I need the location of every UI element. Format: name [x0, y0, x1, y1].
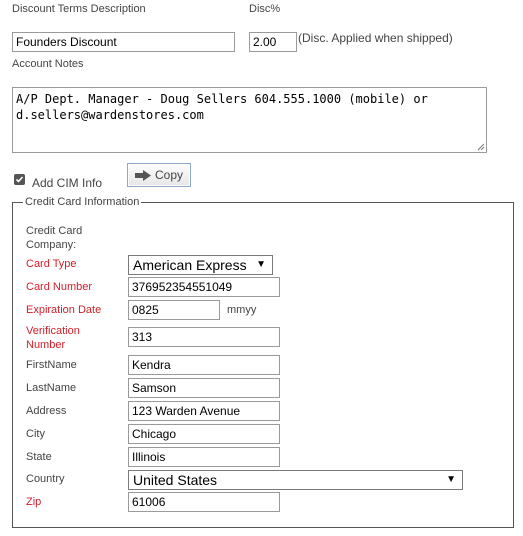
city-input[interactable]: Chicago	[128, 424, 280, 444]
card-type-select[interactable]: American Express ▼	[128, 255, 273, 275]
expiration-date-label: Expiration Date	[26, 304, 102, 316]
discount-terms-label: Discount Terms Description	[12, 3, 146, 15]
zip-input[interactable]: 61006	[128, 492, 280, 512]
chevron-down-icon: ▼	[256, 259, 266, 270]
credit-card-legend: Credit Card Information	[25, 196, 140, 208]
account-notes-textarea[interactable]: A/P Dept. Manager - Doug Sellers 604.555…	[12, 87, 487, 153]
verification-number-input[interactable]: 313	[128, 327, 280, 347]
country-select[interactable]: United States ▼	[128, 470, 463, 490]
state-label: State	[26, 451, 52, 463]
city-label: City	[26, 428, 45, 440]
card-company-label: Credit Card Company:	[26, 224, 82, 252]
right-arrow-icon	[135, 170, 151, 181]
country-selected: United States	[133, 472, 218, 488]
copy-button-label: Copy	[155, 168, 184, 182]
copy-button[interactable]: Copy	[127, 163, 191, 187]
card-company-label-line1: Credit Card	[26, 225, 83, 237]
address-label: Address	[26, 405, 67, 417]
first-name-input[interactable]: Kendra	[128, 355, 280, 375]
card-number-input[interactable]: 376952354551049	[128, 277, 280, 297]
card-company-label-line2: Company:	[26, 239, 77, 251]
disc-applied-note: (Disc. Applied when shipped)	[298, 31, 453, 45]
checkmark-icon	[15, 176, 24, 183]
address-input[interactable]: 123 Warden Avenue	[128, 401, 280, 421]
state-input[interactable]: Illinois	[128, 447, 280, 467]
expiration-date-input[interactable]: 0825	[128, 300, 220, 320]
expiration-format-hint: mmyy	[227, 304, 257, 316]
card-number-label: Card Number	[26, 281, 93, 293]
country-label: Country	[26, 473, 65, 485]
chevron-down-icon: ▼	[446, 474, 456, 485]
disc-percent-label: Disc%	[249, 3, 281, 15]
last-name-input[interactable]: Samson	[128, 378, 280, 398]
card-type-selected: American Express	[133, 257, 247, 273]
verification-label-line2: Number	[26, 339, 66, 351]
resize-grip-icon[interactable]	[477, 143, 485, 151]
zip-label: Zip	[26, 496, 42, 508]
discount-terms-input[interactable]: Founders Discount	[12, 32, 235, 52]
disc-percent-input[interactable]: 2.00	[249, 32, 297, 52]
last-name-label: LastName	[26, 382, 77, 394]
add-cim-label: Add CIM Info	[32, 176, 103, 190]
add-cim-checkbox[interactable]	[14, 174, 25, 185]
first-name-label: FirstName	[26, 359, 77, 371]
card-type-label: Card Type	[26, 258, 77, 270]
account-notes-label: Account Notes	[12, 58, 84, 70]
verification-label-line1: Verification	[26, 325, 80, 337]
verification-number-label: Verification Number	[26, 324, 80, 352]
